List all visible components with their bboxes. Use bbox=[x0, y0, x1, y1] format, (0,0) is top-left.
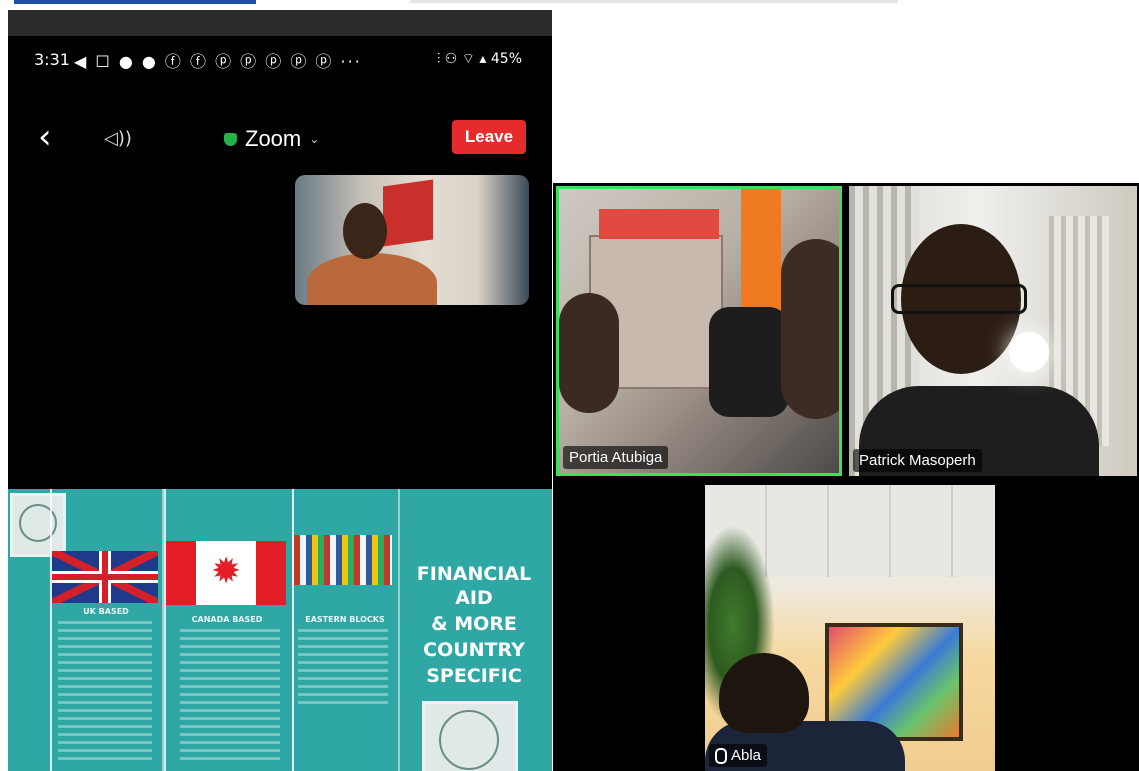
phone-screenshot: 3:31 ◀ ☐ ● ● ⓕ ⓕ ⓟ ⓟ ⓟ ⓟ ⓟ ··· ⫶ ⚇ ⌔ ▴ 4… bbox=[8, 10, 552, 771]
orange-wall bbox=[741, 189, 781, 319]
eastern-heading: EASTERN BLOCKS bbox=[305, 615, 385, 624]
participant-name-tag: Patrick Masoperh bbox=[853, 449, 982, 472]
canada-flag: ✹ bbox=[166, 541, 286, 605]
uk-flag bbox=[52, 551, 158, 603]
slide-title-line-5: SPECIFIC bbox=[426, 665, 522, 687]
office-chair bbox=[709, 307, 789, 417]
canada-body-text bbox=[180, 629, 280, 765]
self-video-thumbnail[interactable] bbox=[295, 175, 529, 305]
self-person-body bbox=[307, 253, 437, 305]
speaker-icon[interactable]: ◁)) bbox=[104, 128, 132, 149]
participant-name: Patrick Masoperh bbox=[859, 452, 976, 469]
meeting-title-label: Zoom bbox=[245, 126, 302, 151]
slide-title-line-4: COUNTRY bbox=[423, 639, 525, 661]
uk-body-text bbox=[58, 621, 152, 761]
slide-title-line-1: FINANCIAL bbox=[416, 563, 532, 585]
chevron-down-icon: ⌄ bbox=[309, 132, 320, 146]
eastern-body-text bbox=[298, 629, 388, 709]
maple-leaf-icon: ✹ bbox=[211, 550, 242, 591]
top-strip-gray bbox=[410, 0, 898, 3]
participant-head bbox=[719, 653, 809, 733]
wall-poster bbox=[599, 209, 719, 239]
participant-tile-patrick[interactable]: Patrick Masoperh bbox=[849, 186, 1137, 476]
self-person-head bbox=[343, 203, 387, 259]
university-seal-bottom bbox=[422, 701, 518, 771]
status-bar: 3:31 ◀ ☐ ● ● ⓕ ⓕ ⓟ ⓟ ⓟ ⓟ ⓟ ··· ⫶ ⚇ ⌔ ▴ 4… bbox=[8, 44, 552, 74]
participant-name-tag: Portia Atubiga bbox=[563, 446, 669, 469]
participant-name: Portia Atubiga bbox=[569, 449, 663, 466]
microphone-muted-icon bbox=[715, 747, 727, 764]
light-glare bbox=[1009, 332, 1049, 372]
top-strip bbox=[0, 0, 1139, 8]
leave-button[interactable]: Leave bbox=[452, 120, 526, 154]
status-time: 3:31 bbox=[34, 50, 70, 69]
zoom-toolbar: ‹ ◁)) Zoom ⌄ Leave bbox=[8, 118, 552, 158]
shield-icon bbox=[224, 132, 237, 146]
participant-person bbox=[559, 293, 619, 413]
participant-gallery: Portia Atubiga Patrick Masoperh Abla bbox=[553, 183, 1139, 771]
participant-person bbox=[781, 239, 839, 419]
meeting-title[interactable]: Zoom ⌄ bbox=[224, 126, 319, 152]
canada-heading: CANADA BASED bbox=[191, 615, 263, 624]
phone-header-bar bbox=[8, 10, 552, 36]
back-icon[interactable]: ‹ bbox=[38, 120, 52, 154]
participant-tile-portia[interactable]: Portia Atubiga bbox=[556, 186, 842, 476]
slide-title-line-3: & MORE bbox=[431, 613, 517, 635]
glasses bbox=[891, 284, 1027, 314]
participant-name-tag: Abla bbox=[709, 744, 768, 767]
slide-title-line-2: AID bbox=[455, 587, 493, 609]
status-right-icons: ⫶ ⚇ ⌔ ▴ 45% bbox=[436, 51, 522, 67]
background-poster bbox=[383, 179, 433, 247]
top-strip-blue bbox=[14, 0, 256, 4]
shared-screen-slide: ✹ UK BASED CANADA BASED EASTERN BLOCKS F… bbox=[8, 489, 552, 771]
world-flags-grid bbox=[294, 535, 392, 585]
participant-tile-abla[interactable]: Abla bbox=[705, 485, 995, 771]
uk-heading: UK BASED bbox=[83, 607, 129, 616]
participant-name: Abla bbox=[731, 747, 762, 764]
notification-icons: ◀ ☐ ● ● ⓕ ⓕ ⓟ ⓟ ⓟ ⓟ ⓟ ··· bbox=[74, 52, 362, 71]
